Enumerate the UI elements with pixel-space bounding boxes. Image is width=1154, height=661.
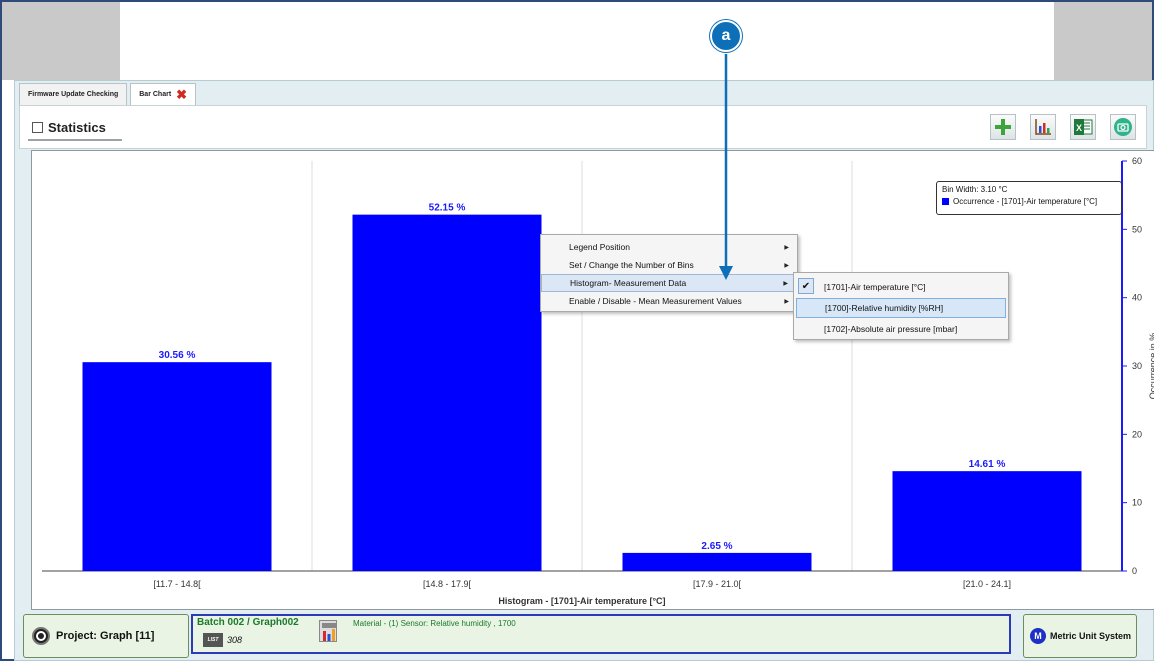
submenu-arrow-icon: ▶ bbox=[783, 280, 788, 287]
y-tick-label: 30 bbox=[1132, 361, 1142, 371]
x-tick-label: [14.8 - 17.9[ bbox=[423, 579, 472, 589]
metric-icon: M bbox=[1030, 628, 1046, 644]
screenshot-icon bbox=[1114, 118, 1132, 136]
submenu-item-air-pressure[interactable]: [1702]-Absolute air pressure [mbar] bbox=[796, 319, 1006, 339]
x-tick-label: [21.0 - 24.1] bbox=[963, 579, 1011, 589]
context-menu: Legend Position ▶ Set / Change the Numbe… bbox=[540, 234, 798, 312]
annotation-marker: a bbox=[710, 20, 742, 52]
statistics-toggle[interactable]: Statistics bbox=[28, 115, 122, 141]
checkbox-icon[interactable] bbox=[32, 121, 43, 133]
y-tick-label: 60 bbox=[1132, 156, 1142, 166]
submenu-arrow-icon: ▶ bbox=[784, 244, 789, 251]
x-tick-label: [11.7 - 14.8[ bbox=[153, 579, 201, 589]
svg-text:X: X bbox=[1076, 123, 1082, 133]
y-tick-label: 0 bbox=[1132, 566, 1137, 576]
y-tick-label: 40 bbox=[1132, 293, 1142, 303]
menu-item-label: Enable / Disable - Mean Measurement Valu… bbox=[569, 296, 742, 306]
submenu-item-label: [1701]-Air temperature [°C] bbox=[824, 282, 926, 292]
bar-value-label: 52.15 % bbox=[429, 203, 466, 214]
histogram-plot: 0 10 20 30 40 50 60 Occurrence in % 30.56 % [11.7… bbox=[42, 156, 1154, 606]
add-button[interactable] bbox=[990, 114, 1016, 140]
add-icon bbox=[995, 119, 1011, 135]
tab-bar: Firmware Update Checking Bar Chart ✖ bbox=[19, 83, 197, 105]
menu-item-legend-position[interactable]: Legend Position ▶ bbox=[541, 238, 797, 256]
menu-item-measurement-data[interactable]: Histogram- Measurement Data ▶ bbox=[541, 274, 797, 292]
tab-label: Bar Chart bbox=[139, 91, 172, 98]
x-tick-label: [17.9 - 21.0[ bbox=[693, 579, 742, 589]
bar-value-label: 30.56 % bbox=[159, 350, 196, 361]
tab-firmware-update[interactable]: Firmware Update Checking bbox=[19, 83, 128, 105]
chart-toolbar: Statistics X bbox=[19, 105, 1147, 149]
batch-material: Material - (1) Sensor: Relative humidity… bbox=[353, 619, 516, 628]
bar-chart-button[interactable] bbox=[1030, 114, 1056, 140]
application-window: Firmware Update Checking Bar Chart ✖ Sta… bbox=[14, 80, 1154, 661]
tab-bar-chart[interactable]: Bar Chart ✖ bbox=[130, 83, 197, 105]
unit-system-panel[interactable]: M Metric Unit System bbox=[1023, 614, 1137, 658]
histogram-bar bbox=[622, 552, 812, 571]
y-tick-label: 10 bbox=[1132, 498, 1142, 508]
submenu-item-air-temperature[interactable]: ✔ [1701]-Air temperature [°C] bbox=[796, 277, 1006, 297]
project-label: Project: Graph [11] bbox=[56, 630, 155, 642]
menu-item-number-of-bins[interactable]: Set / Change the Number of Bins ▶ bbox=[541, 256, 797, 274]
toolbar-icons: X bbox=[990, 114, 1136, 140]
legend-series-name: Occurrence - [1701]-Air temperature [°C] bbox=[953, 197, 1098, 206]
legend-bin-width: Bin Width: 3.10 °C bbox=[942, 185, 1008, 194]
batch-list: LIST 308 bbox=[203, 633, 242, 647]
device-icon bbox=[319, 620, 337, 642]
chart-legend[interactable]: Bin Width: 3.10 °C Occurrence - [1701]-A… bbox=[936, 181, 1122, 215]
legend-swatch bbox=[942, 198, 949, 205]
menu-item-label: Histogram- Measurement Data bbox=[570, 278, 687, 288]
histogram-bar bbox=[892, 471, 1082, 571]
submenu-item-relative-humidity[interactable]: [1700]-Relative humidity [%RH] bbox=[796, 298, 1006, 318]
screenshot-button[interactable] bbox=[1110, 114, 1136, 140]
histogram-chart: 0 10 20 30 40 50 60 Occurrence in % 30.56 % [11.7… bbox=[31, 150, 1154, 610]
measurement-data-submenu: ✔ [1701]-Air temperature [°C] [1700]-Rel… bbox=[793, 272, 1009, 340]
background-left bbox=[2, 2, 120, 80]
project-panel[interactable]: Project: Graph [11] bbox=[23, 614, 189, 658]
bar-value-label: 14.61 % bbox=[969, 459, 1006, 470]
checkmark-icon: ✔ bbox=[798, 278, 814, 294]
menu-item-label: Legend Position bbox=[569, 242, 630, 252]
submenu-arrow-icon: ▶ bbox=[784, 262, 789, 269]
list-icon: LIST bbox=[203, 633, 223, 647]
x-axis-label: Histogram - [1701]-Air temperature [°C] bbox=[498, 596, 665, 606]
menu-item-mean-values[interactable]: Enable / Disable - Mean Measurement Valu… bbox=[541, 292, 797, 310]
y-tick-label: 50 bbox=[1132, 224, 1142, 234]
submenu-arrow-icon: ▶ bbox=[784, 298, 789, 305]
y-axis-label: Occurrence in % bbox=[1148, 333, 1154, 400]
menu-item-label: Set / Change the Number of Bins bbox=[569, 260, 694, 270]
batch-count: 308 bbox=[227, 635, 243, 645]
histogram-bar bbox=[352, 214, 542, 571]
batch-title: Batch 002 / Graph002 bbox=[197, 617, 299, 628]
unit-system-label: Metric Unit System bbox=[1050, 631, 1132, 641]
statistics-label: Statistics bbox=[48, 119, 106, 135]
submenu-item-label: [1702]-Absolute air pressure [mbar] bbox=[824, 324, 958, 334]
batch-panel[interactable]: Batch 002 / Graph002 LIST 308 Material -… bbox=[191, 614, 1011, 654]
excel-export-icon: X bbox=[1074, 119, 1093, 135]
bar-chart-icon bbox=[1035, 119, 1051, 135]
background-top bbox=[120, 2, 1054, 80]
close-icon[interactable]: ✖ bbox=[176, 88, 187, 101]
submenu-item-label: [1700]-Relative humidity [%RH] bbox=[825, 303, 944, 313]
excel-export-button[interactable]: X bbox=[1070, 114, 1096, 140]
project-icon bbox=[32, 627, 50, 645]
tab-label: Firmware Update Checking bbox=[28, 91, 119, 98]
histogram-bar bbox=[82, 362, 272, 571]
y-tick-label: 20 bbox=[1132, 429, 1142, 439]
bar-value-label: 2.65 % bbox=[701, 541, 732, 552]
background-right bbox=[1054, 2, 1152, 80]
